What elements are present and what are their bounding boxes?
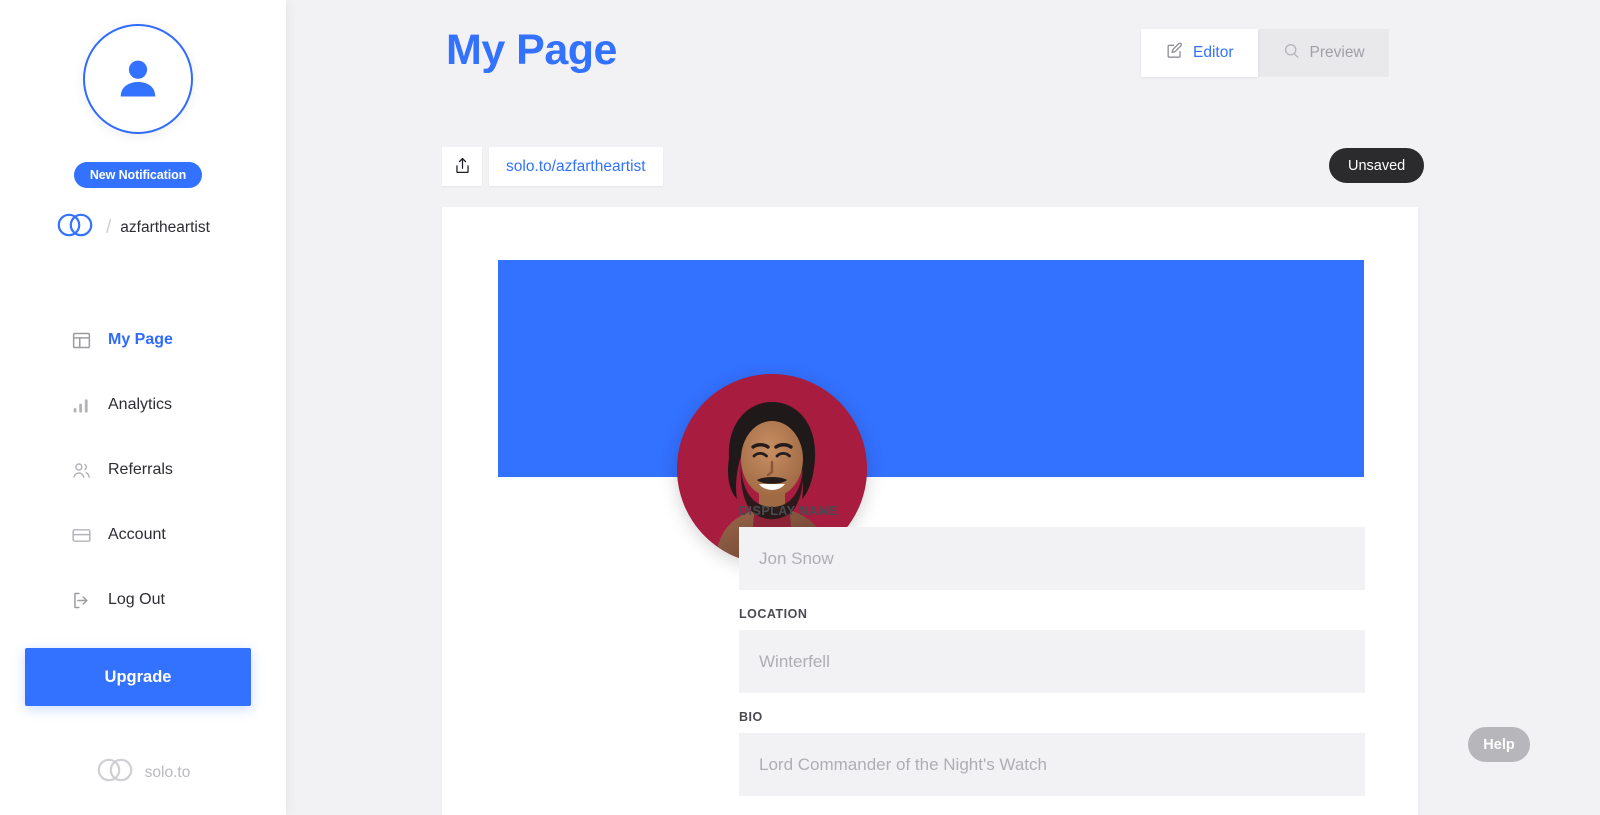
display-name-input[interactable]	[739, 527, 1365, 590]
tab-editor[interactable]: Editor	[1141, 29, 1258, 77]
sidebar-item-my-page[interactable]: My Page	[0, 318, 286, 362]
sidebar-item-analytics[interactable]: Analytics	[0, 383, 286, 427]
soloto-logo-icon	[96, 757, 135, 788]
share-button[interactable]	[442, 147, 482, 186]
handle-separator: /	[106, 216, 112, 238]
bar-chart-icon	[70, 394, 92, 416]
page-title: My Page	[446, 26, 617, 74]
bio-input[interactable]	[739, 733, 1365, 796]
logout-icon	[70, 589, 92, 611]
avatar[interactable]	[83, 24, 193, 134]
sidebar-item-account[interactable]: Account	[0, 513, 286, 557]
account-handle[interactable]: / azfartheartist	[56, 212, 210, 243]
edit-square-icon	[1165, 41, 1184, 65]
help-button[interactable]: Help	[1468, 727, 1530, 762]
sidebar-nav: My Page Analytics Referrals Account Log …	[0, 318, 286, 643]
new-notification-badge[interactable]: New Notification	[74, 162, 202, 188]
soloto-logo-icon	[56, 212, 95, 243]
magnifier-icon	[1282, 41, 1301, 65]
location-label: LOCATION	[739, 607, 808, 621]
sidebar-item-label: Analytics	[108, 396, 173, 413]
sidebar-item-label: Account	[108, 526, 166, 543]
sidebar-item-log-out[interactable]: Log Out	[0, 578, 286, 622]
app-root: New Notification / azfartheartist My Pag…	[0, 0, 1600, 815]
location-input[interactable]	[739, 630, 1365, 693]
sidebar-item-label: My Page	[108, 331, 173, 348]
sidebar-item-referrals[interactable]: Referrals	[0, 448, 286, 492]
status-badge: Unsaved	[1329, 148, 1425, 183]
person-icon	[110, 51, 166, 107]
editor-preview-tabs: Editor Preview	[1141, 29, 1389, 77]
share-upload-icon	[453, 156, 472, 178]
display-name-label: DISPLAY NAME	[739, 504, 839, 518]
sidebar-footer-brand[interactable]: solo.to	[0, 757, 286, 788]
handle-label: azfartheartist	[120, 218, 210, 236]
people-icon	[70, 459, 92, 481]
tab-label: Editor	[1193, 44, 1234, 61]
sidebar-item-label: Referrals	[108, 461, 173, 478]
bio-label: BIO	[739, 710, 763, 724]
cover-banner[interactable]	[498, 260, 1364, 477]
credit-card-icon	[70, 524, 92, 546]
tab-label: Preview	[1309, 44, 1365, 61]
layout-icon	[70, 329, 92, 351]
main-content: My Page Editor Preview solo.to/azfarthea…	[286, 0, 1600, 815]
url-toolbar: solo.to/azfartheartist	[442, 147, 663, 186]
sidebar-item-label: Log Out	[108, 591, 165, 608]
editor-card: DISPLAY NAME LOCATION BIO	[442, 207, 1418, 815]
sidebar: New Notification / azfartheartist My Pag…	[0, 0, 286, 815]
profile-form: DISPLAY NAME LOCATION BIO	[739, 504, 1365, 813]
upgrade-button[interactable]: Upgrade	[25, 648, 251, 706]
footer-brand-label: solo.to	[144, 763, 191, 781]
page-url-field[interactable]: solo.to/azfartheartist	[489, 147, 663, 186]
tab-preview[interactable]: Preview	[1258, 29, 1389, 77]
